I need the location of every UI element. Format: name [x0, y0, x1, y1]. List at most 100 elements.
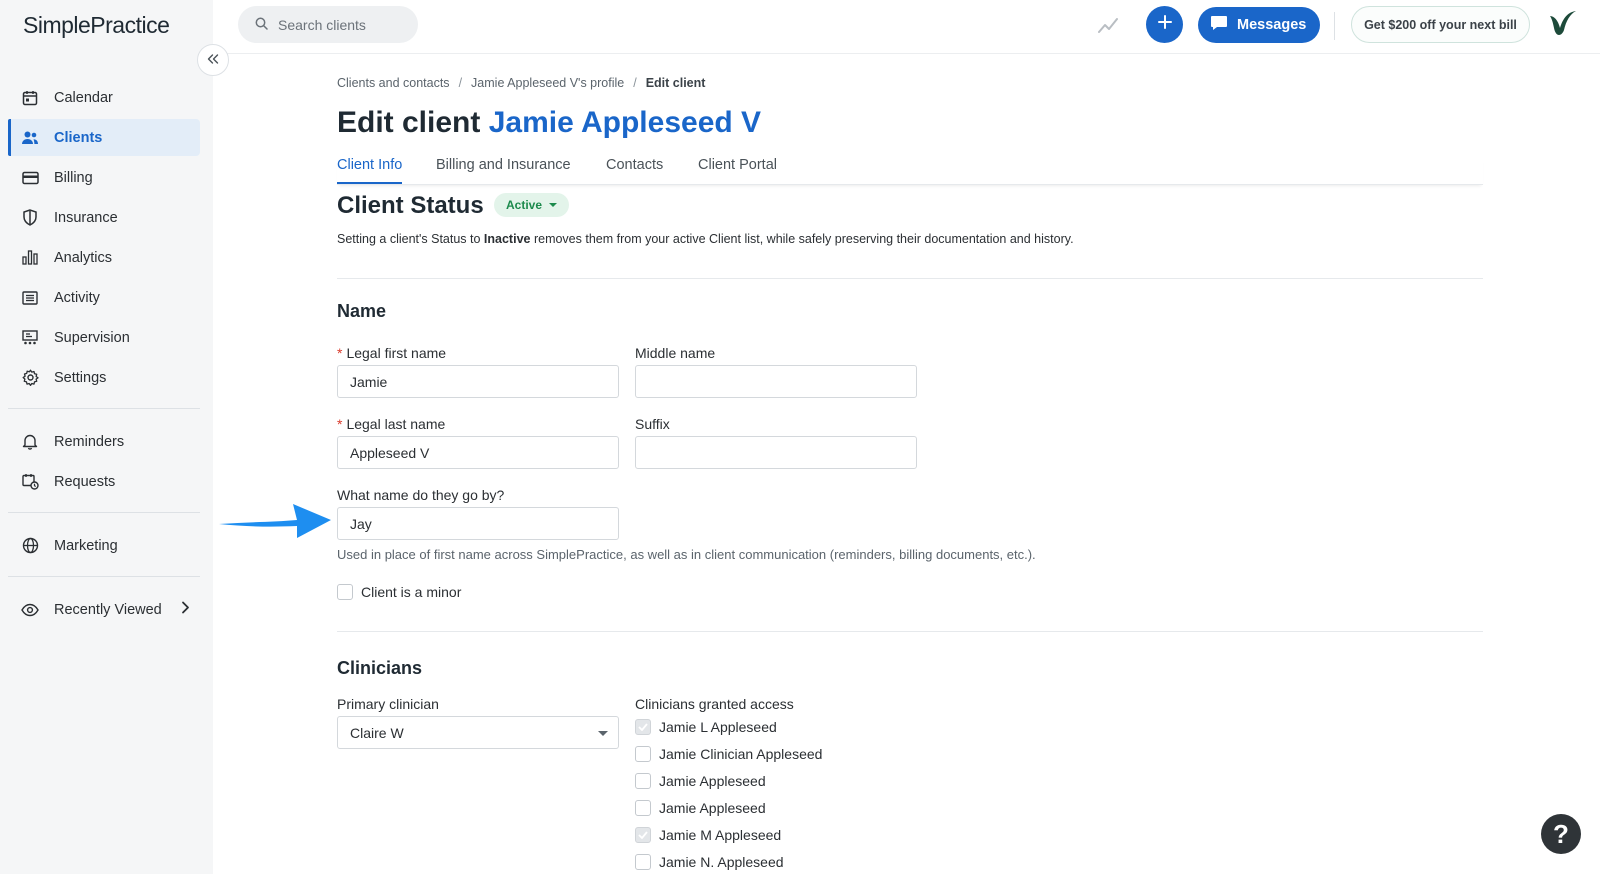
- sidebar-item-recently-viewed[interactable]: Recently Viewed: [8, 591, 200, 628]
- middle-name-input[interactable]: [635, 365, 917, 398]
- sidebar-item-label: Reminders: [54, 433, 125, 450]
- sidebar-item-clients[interactable]: Clients: [8, 119, 200, 156]
- topbar-divider: [1334, 12, 1335, 40]
- messages-button[interactable]: Messages: [1198, 7, 1320, 43]
- sidebar-item-calendar[interactable]: Calendar: [8, 79, 200, 116]
- sidebar-item-label: Settings: [54, 369, 107, 386]
- checkmark-icon: [638, 718, 648, 736]
- sidebar-item-requests[interactable]: Requests: [8, 463, 200, 500]
- client-is-minor-label[interactable]: Client is a minor: [361, 584, 461, 600]
- checkmark-icon: [638, 826, 648, 844]
- sidebar-item-insurance[interactable]: Insurance: [8, 199, 200, 236]
- caret-down-icon: [549, 203, 558, 207]
- status-note-suffix: removes them from your active Client lis…: [530, 232, 1074, 246]
- credit-card-icon: [21, 169, 39, 187]
- status-description: Setting a client's Status to Inactive re…: [337, 232, 1074, 246]
- legal-last-name-label: * Legal last name: [337, 416, 445, 432]
- status-note-prefix: Setting a client's Status to: [337, 232, 484, 246]
- clinician-access-name[interactable]: Jamie Appleseed: [659, 800, 766, 816]
- breadcrumb: Clients and contacts / Jamie Appleseed V's…: [337, 76, 705, 90]
- sidebar-item-activity[interactable]: Activity: [8, 279, 200, 316]
- breadcrumb-link-clients[interactable]: Clients and contacts: [337, 76, 450, 90]
- gear-icon: [21, 369, 39, 387]
- supervision-icon: [21, 329, 39, 347]
- primary-clinician-select[interactable]: Claire W: [337, 716, 619, 749]
- primary-clinician-label: Primary clinician: [337, 696, 439, 712]
- client-is-minor-checkbox[interactable]: [337, 584, 353, 600]
- shield-icon: [21, 209, 39, 227]
- calendar-clock-icon: [21, 473, 39, 491]
- clinician-access-name[interactable]: Jamie Appleseed: [659, 773, 766, 789]
- sidebar-item-label: Supervision: [54, 329, 130, 346]
- sidebar: SimplePractice Calendar Clients Billing …: [0, 0, 213, 874]
- clinicians-section-title: Clinicians: [337, 658, 423, 678]
- tab-client-info[interactable]: Client Info: [337, 157, 403, 184]
- goes-by-input[interactable]: Jay: [337, 507, 619, 540]
- clinicians-access-label: Clinicians granted access: [635, 696, 794, 712]
- section-divider: [337, 278, 1483, 279]
- breadcrumb-separator: /: [633, 76, 637, 90]
- search-placeholder: Search clients: [278, 16, 366, 33]
- promo-button[interactable]: Get $200 off your next bill: [1351, 6, 1530, 43]
- messages-label: Messages: [1237, 17, 1307, 33]
- sidebar-item-marketing[interactable]: Marketing: [8, 527, 200, 564]
- help-button[interactable]: ?: [1541, 814, 1581, 854]
- legal-first-name-input[interactable]: Jamie: [337, 365, 619, 398]
- tab-client-portal[interactable]: Client Portal: [698, 157, 777, 184]
- sidebar-item-label: Marketing: [54, 537, 118, 554]
- calendar-icon: [21, 89, 39, 107]
- collapse-sidebar-button[interactable]: [197, 44, 229, 76]
- app-logo[interactable]: SimplePractice: [23, 12, 170, 39]
- tab-contacts[interactable]: Contacts: [606, 157, 663, 184]
- required-asterisk: *: [337, 416, 343, 432]
- sidebar-item-label: Recently Viewed: [54, 601, 162, 618]
- annotation-arrow-icon: [219, 500, 334, 545]
- list-icon: [21, 289, 39, 307]
- status-dropdown[interactable]: Active: [494, 193, 570, 217]
- sidebar-item-label: Calendar: [54, 89, 113, 106]
- globe-icon: [21, 537, 39, 555]
- suffix-input[interactable]: [635, 436, 917, 469]
- legal-last-name-label-text: Legal last name: [346, 416, 446, 432]
- breadcrumb-link-profile[interactable]: Jamie Appleseed V's profile: [471, 76, 624, 90]
- legal-last-name-input[interactable]: Appleseed V: [337, 436, 619, 469]
- suffix-label: Suffix: [635, 416, 670, 432]
- sidebar-item-label: Requests: [54, 473, 116, 490]
- breadcrumb-separator: /: [458, 76, 463, 90]
- tab-bar: Client Info Billing and Insurance Contac…: [337, 157, 1483, 185]
- clinician-access-checkbox[interactable]: [635, 773, 651, 789]
- sidebar-nav: Calendar Clients Billing Insurance Analy…: [8, 79, 200, 631]
- sidebar-item-reminders[interactable]: Reminders: [8, 423, 200, 460]
- top-bar: Search clients Messages Get $200 off you…: [213, 0, 1600, 54]
- sidebar-item-label: Activity: [54, 289, 100, 306]
- clinician-access-name[interactable]: Jamie Clinician Appleseed: [659, 746, 822, 762]
- tab-billing-and-insurance[interactable]: Billing and Insurance: [436, 157, 571, 184]
- sidebar-item-analytics[interactable]: Analytics: [8, 239, 200, 276]
- sidebar-item-settings[interactable]: Settings: [8, 359, 200, 396]
- clinician-access-checkbox[interactable]: [635, 746, 651, 762]
- plus-icon: [1157, 15, 1172, 34]
- bell-icon: [21, 433, 39, 451]
- clinician-access-checkbox[interactable]: [635, 827, 651, 843]
- status-badge-label: Active: [506, 198, 543, 212]
- trending-icon[interactable]: [1098, 14, 1120, 41]
- primary-clinician-value: Claire W: [350, 724, 404, 741]
- clients-icon: [21, 129, 39, 147]
- leaf-logo-icon[interactable]: [1546, 10, 1578, 43]
- clinician-access-checkbox[interactable]: [635, 719, 651, 735]
- clinician-access-name[interactable]: Jamie M Appleseed: [659, 827, 781, 843]
- sidebar-item-supervision[interactable]: Supervision: [8, 319, 200, 356]
- sidebar-divider: [8, 512, 200, 513]
- clinician-access-name[interactable]: Jamie L Appleseed: [659, 719, 777, 735]
- goes-by-help-text: Used in place of first name across Simpl…: [337, 547, 1036, 562]
- sidebar-item-billing[interactable]: Billing: [8, 159, 200, 196]
- search-input[interactable]: Search clients: [238, 6, 418, 43]
- clinician-access-checkbox[interactable]: [635, 800, 651, 816]
- add-new-button[interactable]: [1146, 6, 1183, 43]
- chevron-right-icon: [181, 601, 190, 618]
- clinician-access-checkbox[interactable]: [635, 854, 651, 870]
- section-divider: [337, 631, 1483, 632]
- clinician-access-name[interactable]: Jamie N. Appleseed: [659, 854, 784, 870]
- sidebar-item-label: Insurance: [54, 209, 118, 226]
- middle-name-label: Middle name: [635, 345, 716, 361]
